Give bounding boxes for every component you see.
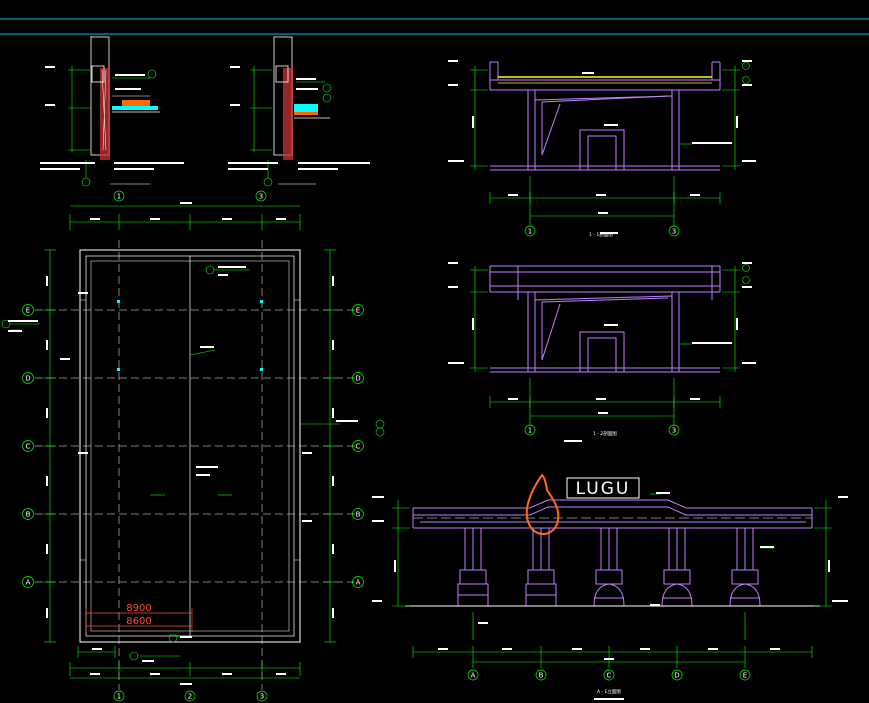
elevation-axes: A B C D E xyxy=(467,669,751,681)
plan-red-dim-upper: 8900 xyxy=(126,603,151,614)
section-1-1: 1 3 1 - 1剖面图 xyxy=(448,60,756,238)
section-1-1-axis-3: 3 xyxy=(668,225,680,237)
plan-row-axis-label: A xyxy=(26,579,31,587)
plan-col-axis-label: 2 xyxy=(188,693,192,701)
plan-row-axis-label: D xyxy=(355,375,360,383)
cad-drawing-canvas: 1 3 E E D D C C B B A A 8900 8600 1 2 3 … xyxy=(0,18,869,702)
detail-left-axis: 1 xyxy=(110,183,150,202)
plan-red-dimensions: 8900 8600 xyxy=(85,603,193,632)
plan-col-axis-3: 3 xyxy=(256,690,268,702)
drawing-frame xyxy=(0,18,869,35)
plan-view: E E D D C C B B A A 8900 8600 1 2 3 xyxy=(1,202,385,702)
detail-section-left: 1 xyxy=(40,36,184,202)
logo-sign-text: LUGU xyxy=(576,479,631,499)
section-1-1-axis-label: 3 xyxy=(672,228,676,236)
elevation-axis-label: D xyxy=(674,672,679,680)
section-1-2-axis-label: 1 xyxy=(528,427,532,435)
section-1-1-axis-label: 1 xyxy=(528,228,532,236)
plan-row-axis-label: B xyxy=(356,511,361,519)
plan-row-axis-label: E xyxy=(26,307,30,315)
plan-row-axis-label: C xyxy=(26,443,31,451)
elevation-axis-label: E xyxy=(743,672,747,680)
section-1-2-title: 1 - 2剖面图 xyxy=(593,430,617,437)
elevation-axis-label: A xyxy=(471,672,476,680)
elevation-a-e: LUGU A B C D E A - E立面图 xyxy=(372,473,848,700)
elevation-axis-e: E xyxy=(739,669,751,681)
section-1-2-axis-3: 3 xyxy=(668,424,680,436)
plan-col-axis-label: 1 xyxy=(117,693,121,701)
detail-right-axis-label: 3 xyxy=(259,193,263,201)
section-1-1-axis-1: 1 xyxy=(524,225,536,237)
elevation-title: A - E立面图 xyxy=(597,688,621,695)
detail-right-axis: 3 xyxy=(255,183,316,202)
section-1-2: 1 3 1 - 2剖面图 xyxy=(448,262,756,442)
plan-col-axis-label: 3 xyxy=(260,693,264,701)
plan-row-axis-label: A xyxy=(356,579,361,587)
detail-section-right: 3 xyxy=(228,36,370,202)
plan-col-axes: 1 2 3 xyxy=(113,690,268,702)
flame-icon xyxy=(525,473,560,535)
elevation-axis-label: C xyxy=(607,672,612,680)
section-1-2-axis-1: 1 xyxy=(524,424,536,436)
elevation-axis-label: B xyxy=(539,672,544,680)
plan-col-axis-2: 2 xyxy=(184,690,196,702)
detail-left-axis-label: 1 xyxy=(117,193,121,201)
plan-red-dim-lower: 8600 xyxy=(126,616,151,627)
elevation-axis-a: A xyxy=(467,669,479,681)
elevation-axis-c: C xyxy=(603,669,615,681)
section-1-2-axis-label: 3 xyxy=(672,427,676,435)
plan-row-axis-label: B xyxy=(26,511,31,519)
section-1-1-title: 1 - 1剖面图 xyxy=(589,231,613,238)
plan-row-axis-label: D xyxy=(25,375,30,383)
plan-col-axis-1: 1 xyxy=(113,690,125,702)
elevation-axis-d: D xyxy=(671,669,683,681)
plan-row-axis-label: E xyxy=(356,307,360,315)
plan-row-axis-label: C xyxy=(356,443,361,451)
elevation-axis-b: B xyxy=(535,669,547,681)
elevation-columns xyxy=(457,527,761,607)
